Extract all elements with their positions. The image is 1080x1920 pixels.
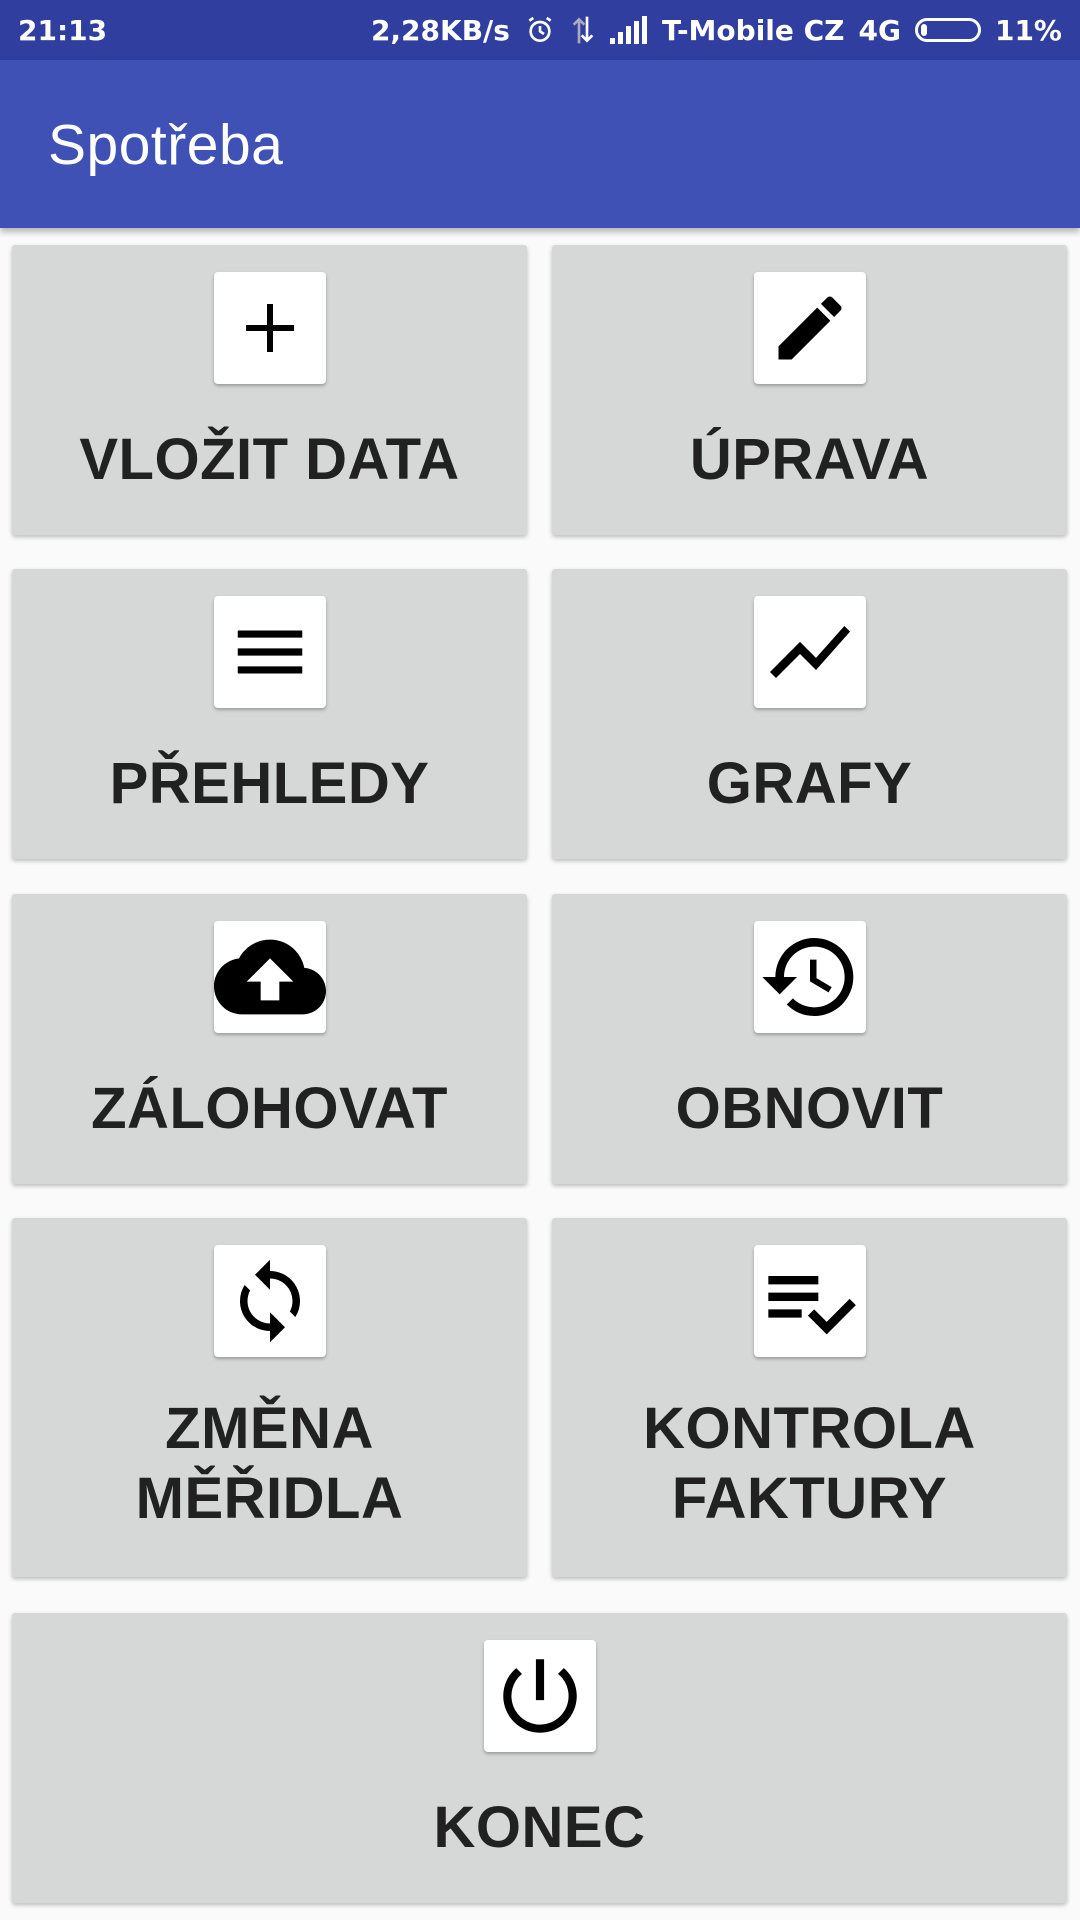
- meter-change-label: ZMĚNA MĚŘIDLA: [12, 1394, 527, 1534]
- trending-line-icon: [753, 596, 866, 708]
- power-icon: [483, 1640, 596, 1752]
- edit-label: ÚPRAVA: [689, 427, 930, 492]
- plus-icon: [213, 272, 326, 384]
- backup-label: ZÁLOHOVAT: [91, 1076, 448, 1141]
- charts-button[interactable]: GRAFY: [552, 569, 1067, 859]
- invoice-check-label-line1: KONTROLA: [643, 1396, 976, 1461]
- backup-button[interactable]: ZÁLOHOVAT: [12, 894, 527, 1184]
- status-bar: 21:13 2,28KB/s T-Mobile CZ 4G 11%: [0, 0, 1080, 60]
- meter-change-label-line2: MĚŘIDLA: [135, 1466, 404, 1531]
- sync-icon: [213, 1245, 326, 1357]
- alarm-icon: [524, 14, 556, 46]
- signal-icon: [609, 16, 648, 44]
- page-title: Spotřeba: [48, 113, 284, 177]
- network-type: 4G: [858, 13, 901, 47]
- battery-level: 11%: [994, 13, 1062, 47]
- pencil-icon: [753, 272, 866, 384]
- menu-lines-icon: [213, 596, 326, 708]
- cloud-upload-icon: [213, 921, 326, 1033]
- meter-change-button[interactable]: ZMĚNA MĚŘIDLA: [12, 1218, 527, 1577]
- app-bar: Spotřeba: [0, 60, 1080, 228]
- meter-change-label-line1: ZMĚNA: [165, 1396, 374, 1461]
- status-indicators: 2,28KB/s T-Mobile CZ 4G 11%: [371, 14, 1062, 47]
- invoice-check-button[interactable]: KONTROLA FAKTURY: [552, 1218, 1067, 1577]
- insert-data-button[interactable]: VLOŽIT DATA: [12, 245, 527, 535]
- exit-button[interactable]: KONEC: [12, 1613, 1067, 1903]
- charts-label: GRAFY: [706, 751, 913, 816]
- overview-button[interactable]: PŘEHLEDY: [12, 569, 527, 859]
- edit-button[interactable]: ÚPRAVA: [552, 245, 1067, 535]
- battery-icon: [914, 18, 981, 42]
- history-icon: [753, 921, 866, 1033]
- invoice-check-label-line2: FAKTURY: [671, 1466, 948, 1531]
- overview-label: PŘEHLEDY: [109, 751, 430, 816]
- network-speed: 2,28KB/s: [370, 13, 510, 47]
- status-time: 21:13: [18, 13, 108, 47]
- playlist-check-icon: [753, 1245, 866, 1357]
- insert-data-label: VLOŽIT DATA: [79, 427, 460, 492]
- restore-button[interactable]: OBNOVIT: [552, 894, 1067, 1184]
- invoice-check-label: KONTROLA FAKTURY: [552, 1394, 1067, 1534]
- carrier-name: T-Mobile CZ: [661, 13, 845, 47]
- data-transfer-icon: [570, 14, 596, 46]
- exit-label: KONEC: [433, 1795, 646, 1860]
- restore-label: OBNOVIT: [675, 1076, 944, 1141]
